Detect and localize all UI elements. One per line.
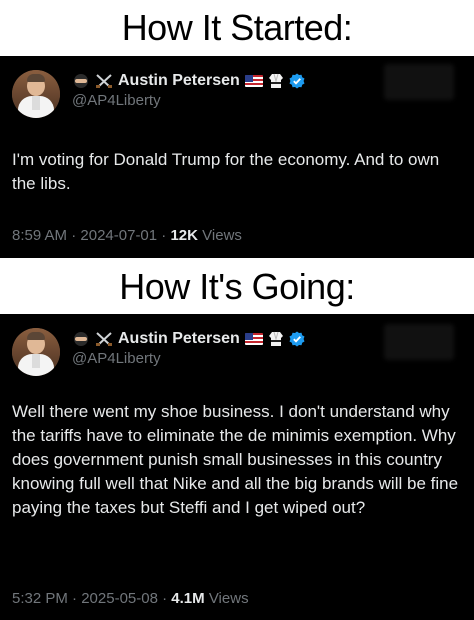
display-name[interactable]: Austin Petersen: [118, 72, 240, 90]
separator-dot: ·: [162, 590, 172, 607]
tweet-meta: 5:32 PM · 2025-05-08 · 4.1M Views: [12, 590, 249, 607]
crossed-swords-emoji: [96, 74, 112, 88]
tweet-text: Well there went my shoe business. I don'…: [12, 402, 459, 517]
tweet-meta: 8:59 AM · 2024-07-01 · 12K Views: [12, 227, 242, 244]
tweet-time[interactable]: 5:32 PM: [12, 590, 68, 607]
caption-how-it-started: How It Started:: [0, 0, 474, 56]
views-count: 4.1M: [171, 590, 205, 607]
verified-badge: [289, 331, 305, 347]
us-flag-emoji: [244, 75, 263, 87]
martial-arts-uniform-emoji: [268, 73, 283, 88]
avatar[interactable]: [12, 328, 60, 376]
avatar[interactable]: [12, 70, 60, 118]
crossed-swords-emoji: [96, 332, 112, 346]
martial-arts-uniform-emoji: [268, 331, 283, 346]
author-handle[interactable]: @AP4Liberty: [72, 350, 161, 367]
tweet-time[interactable]: 8:59 AM: [12, 227, 67, 244]
tweet-text: I'm voting for Donald Trump for the econ…: [12, 150, 440, 193]
views-label: Views: [202, 227, 242, 244]
author-name-row[interactable]: Austin Petersen: [72, 70, 305, 92]
ninja-emoji: [72, 73, 90, 89]
separator-dot: ·: [72, 590, 82, 607]
separator-dot: ·: [71, 227, 81, 244]
verified-badge: [289, 73, 305, 89]
blurred-region: [384, 64, 454, 100]
us-flag-emoji: [244, 333, 263, 345]
views-label: Views: [208, 590, 249, 607]
caption-how-its-going: How It's Going:: [0, 258, 474, 314]
ninja-emoji: [72, 331, 90, 347]
tweet-card-2[interactable]: Austin Petersen @AP4Liberty Well there w…: [0, 314, 474, 620]
tweet-card-1[interactable]: Austin Petersen @AP4Liberty I'm voting f…: [0, 56, 474, 258]
author-handle[interactable]: @AP4Liberty: [72, 92, 161, 109]
blurred-region: [384, 324, 454, 360]
tweet-date[interactable]: 2024-07-01: [80, 227, 157, 244]
tweet-date[interactable]: 2025-05-08: [81, 590, 158, 607]
author-name-row[interactable]: Austin Petersen: [72, 328, 305, 350]
display-name[interactable]: Austin Petersen: [118, 330, 240, 348]
views-count: 12K: [170, 227, 198, 244]
